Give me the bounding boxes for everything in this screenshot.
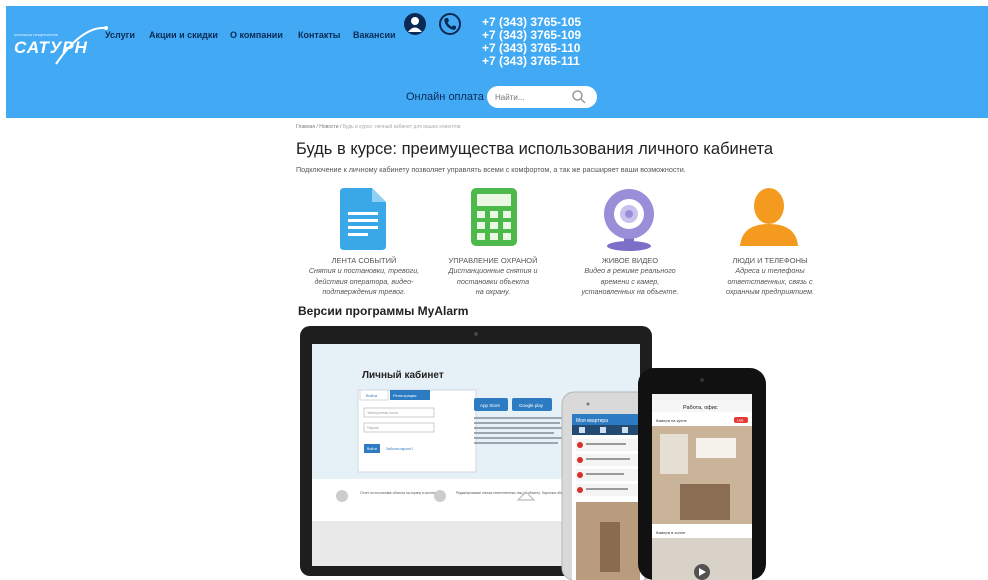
versions-heading: Версии программы MyAlarm [298, 304, 469, 318]
phone-number[interactable]: +7 (343) 3765-111 [482, 55, 581, 68]
logo[interactable]: ОХРАННОЕ ПРЕДПРИЯТИЕ САТУРН [12, 24, 108, 72]
feature-name: УПРАВЛЕНИЕ ОХРАНОЙ [448, 256, 538, 265]
feature-desc: Видео в режиме реального времени с камер… [581, 266, 679, 296]
calculator-icon [471, 188, 517, 246]
page-title: Будь в курсе: преимущества использования… [296, 140, 774, 158]
breadcrumb-home[interactable]: Главная [296, 124, 315, 130]
nav-item-vacancies[interactable]: Вакансии [353, 30, 396, 40]
phone-large-mockup: Работа, офис Камера на кухне Live Камера… [638, 368, 766, 580]
phone-list: +7 (343) 3765-105 +7 (343) 3765-109 +7 (… [482, 16, 581, 68]
search-box [487, 86, 597, 108]
feature-desc: Снятия и постановки, тревоги, действия о… [308, 266, 420, 296]
appstore-badge[interactable]: App Store [480, 403, 501, 408]
devices-illustration: Личный кабинет Войти Регистрация Электро… [300, 326, 766, 580]
camera-2-label: Камера в холле [656, 530, 686, 535]
login-button[interactable]: Войти [367, 447, 377, 451]
phone-small-header: Моя квартира [576, 418, 608, 424]
breadcrumb-current: Будь в курсе: личный кабинет для ваших к… [342, 124, 461, 130]
feature-desc: Дистанционные снятия и постановки объект… [448, 266, 538, 296]
feature-desc: Адреса и телефоны ответственных, связь с… [725, 266, 814, 296]
person-icon [740, 188, 798, 246]
forgot-link[interactable]: Забыли пароль? [386, 447, 413, 451]
site-header: ОХРАННОЕ ПРЕДПРИЯТИЕ САТУРН Услуги Акции… [6, 6, 988, 118]
nav-item-contacts[interactable]: Контакты [298, 30, 340, 40]
field-password[interactable]: Пароль [367, 426, 379, 430]
nav-item-services[interactable]: Услуги [105, 30, 135, 40]
page-subtitle: Подключение к личному кабинету позволяет… [296, 165, 686, 174]
phone-icon[interactable] [439, 13, 461, 35]
googleplay-badge[interactable]: Google play [519, 403, 544, 408]
laptop-heading: Личный кабинет [362, 369, 444, 381]
tab-register[interactable]: Регистрация [393, 393, 416, 398]
search-input[interactable] [495, 90, 575, 104]
phone-large-header: Работа, офис [683, 405, 718, 411]
tab-login[interactable]: Войти [366, 393, 377, 398]
user-icon[interactable] [404, 13, 426, 35]
breadcrumb: Главная / Новости / Будь в курсе: личный… [296, 124, 461, 130]
document-icon [340, 188, 386, 250]
webcam-icon [604, 189, 654, 251]
camera-1-label: Камера на кухне [656, 418, 688, 423]
breadcrumb-section[interactable]: Новости [319, 124, 338, 130]
feature-name: ЛЕНТА СОБЫТИЙ [331, 256, 397, 265]
search-icon[interactable] [571, 89, 587, 105]
feature-name: ЛЮДИ И ТЕЛЕФОНЫ [732, 256, 808, 265]
nav-item-about[interactable]: О компании [230, 30, 283, 40]
live-badge: Live [737, 419, 743, 423]
field-login[interactable]: Электронная почта [367, 411, 398, 415]
nav-item-promo[interactable]: Акции и скидки [149, 30, 218, 40]
feature-name: ЖИВОЕ ВИДЕО [601, 256, 659, 265]
online-payment-link[interactable]: Онлайн оплата [406, 91, 484, 103]
logo-orbit-icon [55, 26, 108, 65]
laptop-footer-1: Отчет по постановке объекта на охрану в … [360, 491, 437, 495]
